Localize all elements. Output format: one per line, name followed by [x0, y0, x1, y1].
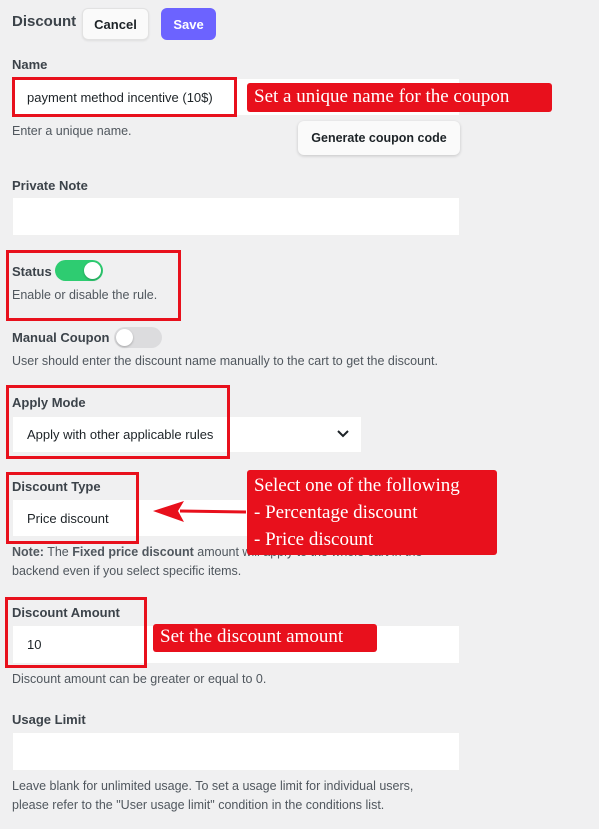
manual-coupon-label: Manual Coupon — [12, 330, 110, 345]
save-button[interactable]: Save — [161, 8, 216, 40]
manual-coupon-help: User should enter the discount name manu… — [12, 354, 438, 368]
usage-limit-help-line1: Leave blank for unlimited usage. To set … — [12, 779, 414, 793]
chevron-down-icon — [337, 430, 349, 438]
discount-type-note-line2: backend even if you select specific item… — [12, 564, 242, 578]
annotation-amount-text: Set the discount amount — [160, 626, 344, 647]
annotation-type-line1: Select one of the following — [254, 475, 460, 496]
cancel-button[interactable]: Cancel — [82, 8, 149, 40]
generate-coupon-code-button[interactable]: Generate coupon code — [298, 121, 460, 155]
annotation-type-line2: - Percentage discount — [254, 502, 418, 523]
manual-coupon-toggle-knob — [116, 329, 133, 346]
private-note-label: Private Note — [12, 178, 88, 193]
name-label: Name — [12, 57, 48, 72]
annotation-box-discount-type — [6, 472, 139, 544]
arrow-left-icon — [153, 501, 247, 522]
note-bold-fixed-price: Fixed price discount — [72, 545, 194, 559]
annotation-name-text: Set a unique name for the coupon — [254, 86, 510, 107]
annotation-box-name — [12, 77, 237, 117]
note-bold: Note: — [12, 545, 44, 559]
annotation-callout-amount: Set the discount amount — [153, 624, 377, 652]
discount-amount-help: Discount amount can be greater or equal … — [12, 672, 267, 686]
name-help: Enter a unique name. — [12, 124, 132, 138]
usage-limit-label: Usage Limit — [12, 712, 86, 727]
note-text1: The — [43, 545, 73, 559]
annotation-box-discount-amount — [5, 597, 147, 668]
annotation-box-apply-mode — [6, 385, 230, 459]
annotation-type-line3: - Price discount — [254, 529, 374, 550]
usage-limit-input[interactable] — [12, 732, 460, 771]
page-title: Discount — [12, 13, 77, 30]
annotation-callout-type: Select one of the following - Percentage… — [247, 470, 497, 555]
private-note-input[interactable] — [12, 197, 460, 236]
annotation-callout-name: Set a unique name for the coupon — [247, 83, 552, 112]
manual-coupon-toggle[interactable] — [114, 327, 162, 348]
usage-limit-help-line2: please refer to the "User usage limit" c… — [12, 798, 385, 812]
annotation-box-status — [6, 250, 181, 321]
